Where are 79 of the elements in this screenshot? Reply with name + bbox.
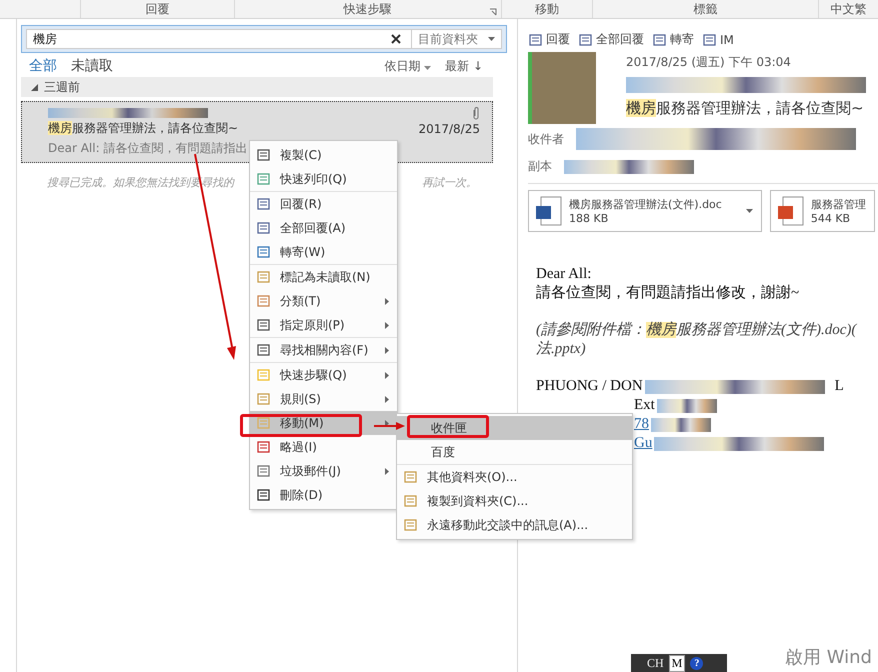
filter-tab[interactable]: 全部 xyxy=(29,57,57,75)
signature-text: L xyxy=(834,378,844,395)
group-header[interactable]: 三週前 xyxy=(21,77,493,97)
submenu-arrow-icon xyxy=(385,298,389,304)
ribbon-group-label: 標籤 xyxy=(592,0,818,18)
search-status-text: 再試一次。 xyxy=(422,175,477,190)
context-menu-item[interactable]: 快速步驟(Q) xyxy=(250,362,397,387)
help-button[interactable]: ? xyxy=(690,656,704,670)
ribbon-group-label: 移動 xyxy=(500,0,592,18)
signature-link[interactable]: 78 xyxy=(634,416,649,433)
submenu-arrow-icon xyxy=(385,396,389,402)
signature-text: Ext xyxy=(634,397,655,414)
submenu-arrow-icon xyxy=(385,372,389,378)
ribbon-group-label: 中文繁 xyxy=(818,0,878,18)
sort-dropdown[interactable]: 依日期 xyxy=(384,58,432,74)
filter-tab[interactable]: 未讀取 xyxy=(71,57,113,75)
ime-language[interactable]: CH xyxy=(647,656,664,670)
context-menu-item[interactable]: 標記為未讀取(N) xyxy=(250,264,397,289)
group-label: 三週前 xyxy=(44,78,80,96)
reading-action-button[interactable]: 全部回覆 xyxy=(578,31,644,48)
activation-notice: 啟用 Wind xyxy=(785,646,872,669)
ime-mode-button[interactable]: M xyxy=(668,654,686,672)
signature-link[interactable]: Gu xyxy=(634,435,652,452)
context-menu-item[interactable]: 快速列印(Q) xyxy=(250,167,397,191)
signature-text: PHUONG / DON xyxy=(536,378,643,395)
context-menu-item[interactable]: 規則(S) xyxy=(250,387,397,411)
blurred-text xyxy=(651,418,711,432)
context-menu-item[interactable]: 略過(I) xyxy=(250,435,397,459)
dialog-launcher-icon[interactable] xyxy=(488,8,497,16)
caret-icon xyxy=(424,66,432,70)
search-field[interactable]: 機房 目前資料夾 xyxy=(26,29,502,49)
body-text: Dear All: xyxy=(536,266,592,283)
submenu-item[interactable]: 收件匣 xyxy=(397,416,632,440)
attachment-size: 188 KB xyxy=(569,212,610,225)
email-subject: 機房服務器管理辦法，請各位查閱~ xyxy=(626,99,865,118)
ribbon-group-label: 回覆 xyxy=(80,0,234,18)
ribbon-group-label: 快速步驟 xyxy=(234,0,501,18)
submenu-arrow-icon xyxy=(385,346,389,354)
annotation-arrow xyxy=(374,421,406,431)
reading-action-button[interactable]: 轉寄 xyxy=(652,31,694,48)
attachment-card[interactable]: 機房服務器管理辦法(文件).doc 188 KB xyxy=(528,190,762,232)
submenu-arrow-icon xyxy=(385,468,389,474)
blurred-text xyxy=(656,398,717,412)
context-menu-item[interactable]: 轉寄(W) xyxy=(250,240,397,264)
submenu-arrow-icon xyxy=(385,322,389,328)
scope-dropdown[interactable]: 目前資料夾 xyxy=(411,30,501,48)
context-menu-item[interactable]: 指定原則(P) xyxy=(250,313,397,337)
attachment-note: (請參閱附件檔：機房服務器管理辦法(文件).doc)( xyxy=(536,320,858,339)
caret-icon xyxy=(488,37,495,41)
context-menu-item[interactable]: 分類(T) xyxy=(250,289,397,313)
reading-action-button[interactable]: IM xyxy=(702,31,734,48)
attachment-size: 544 KB xyxy=(810,212,852,225)
body-text: 請各位查閱，有問題請指出修改，謝謝~ xyxy=(536,284,800,302)
context-menu-item[interactable]: 刪除(D) xyxy=(250,483,397,507)
message-subject: 機房服務器管理辦法，請各位查閱~ xyxy=(48,120,238,137)
expand-icon[interactable] xyxy=(31,84,38,90)
photo-placeholder xyxy=(528,52,596,124)
cc-label: 副本 xyxy=(528,158,552,175)
message-preview: Dear All: 請各位查閱，有問題請指出 xyxy=(48,140,248,157)
attachment-note: 法.pptx) xyxy=(536,340,587,358)
context-menu-item[interactable]: 回覆(R) xyxy=(250,191,397,216)
reading-action-button[interactable]: 回覆 xyxy=(528,31,570,48)
context-menu-item[interactable]: 尋找相關內容(F) xyxy=(250,337,397,362)
sort-order-button[interactable]: 最新 ↓ xyxy=(445,58,483,74)
message-date: 2017/8/25 xyxy=(418,122,480,136)
submenu-item[interactable]: 複製到資料夾(C)... xyxy=(397,489,632,513)
attachment-name: 服務器管理 xyxy=(810,197,866,212)
submenu-item[interactable]: 百度 xyxy=(397,440,632,464)
to-label: 收件者 xyxy=(528,130,564,148)
attachment-name: 機房服務器管理辦法(文件).doc xyxy=(569,197,722,212)
context-menu-item[interactable]: 全部回覆(A) xyxy=(250,216,397,240)
submenu-arrow-icon xyxy=(385,420,389,426)
paperclip-icon xyxy=(472,106,480,120)
submenu-item[interactable]: 其他資料夾(O)... xyxy=(397,464,632,489)
attachment-card[interactable]: 服務器管理 544 KB xyxy=(770,190,875,232)
sent-date: 2017/8/25 (週五) 下午 03:04 xyxy=(626,54,792,71)
context-menu-item[interactable]: 垃圾郵件(J) xyxy=(250,459,397,483)
submenu-item[interactable]: 永遠移動此交談中的訊息(A)... xyxy=(397,513,632,537)
caret-icon[interactable] xyxy=(746,209,753,213)
